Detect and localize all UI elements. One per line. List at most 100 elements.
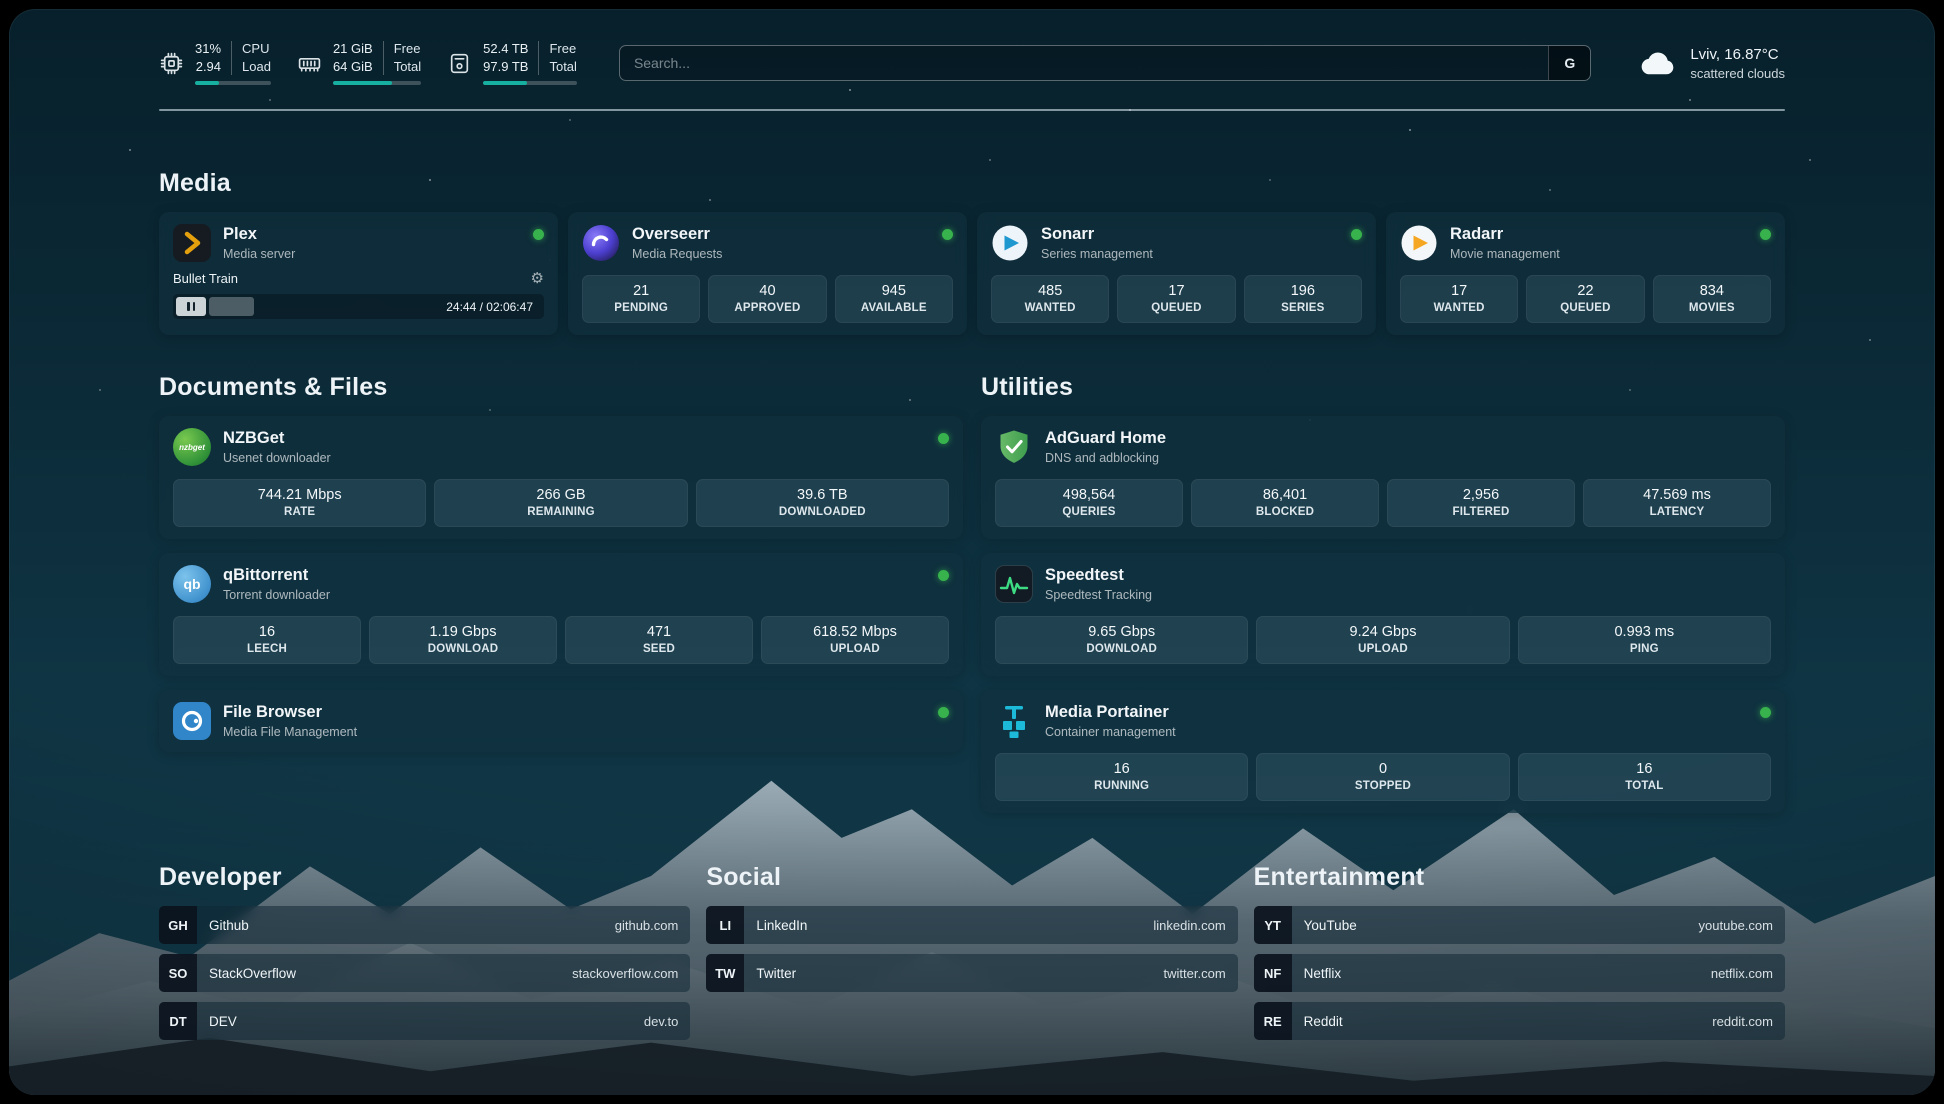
bookmark-stackoverflow[interactable]: SO StackOverflow stackoverflow.com [159, 954, 690, 992]
speedtest-card-titles: Speedtest Speedtest Tracking [1045, 566, 1152, 602]
adguard-stats: 498,564 QUERIES 86,401 BLOCKED 2,956 FIL… [995, 479, 1771, 527]
stat-stopped: 0 STOPPED [1256, 753, 1509, 801]
search-input[interactable] [620, 46, 1548, 80]
overseerr-title: Overseerr [632, 225, 722, 244]
dev-badge: DT [159, 1002, 197, 1040]
documents-heading: Documents & Files [159, 373, 963, 402]
bookmarks-section: Developer GH Github github.com SO StackO… [159, 863, 1785, 1040]
radarr-card-titles: Radarr Movie management [1450, 225, 1560, 261]
disk-values: 52.4 TB 97.9 TB [483, 41, 528, 76]
filebrowser-card[interactable]: File Browser Media File Management [159, 690, 963, 752]
radarr-title: Radarr [1450, 225, 1560, 244]
plex-progress-fill [209, 297, 254, 316]
bookmark-github[interactable]: GH Github github.com [159, 906, 690, 944]
radarr-card[interactable]: Radarr Movie management 17 WANTED 22 QUE… [1386, 212, 1785, 335]
weather-condition: scattered clouds [1690, 66, 1785, 81]
plex-subtitle: Media server [223, 247, 295, 261]
weather-widget[interactable]: Lviv, 16.87°C scattered clouds [1637, 46, 1785, 81]
qbittorrent-card[interactable]: qb qBittorrent Torrent downloader 16 LEE… [159, 553, 963, 676]
stackoverflow-badge: SO [159, 954, 197, 992]
entertainment-column: Entertainment YT YouTube youtube.com NF … [1254, 863, 1785, 1040]
bookmark-netflix[interactable]: NF Netflix netflix.com [1254, 954, 1785, 992]
developer-heading: Developer [159, 863, 690, 892]
stat-approved: 40 APPROVED [708, 275, 826, 323]
portainer-card[interactable]: Media Portainer Container management 16 … [981, 690, 1785, 813]
plex-title: Plex [223, 225, 295, 244]
cpu-progressbar [195, 81, 271, 85]
ram-values: 21 GiB 64 GiB [333, 41, 373, 76]
plex-card-titles: Plex Media server [223, 225, 295, 261]
portainer-card-header: Media Portainer Container management [995, 702, 1771, 740]
plex-card-header: Plex Media server [173, 224, 544, 262]
filebrowser-card-titles: File Browser Media File Management [223, 703, 357, 739]
social-column: Social LI LinkedIn linkedin.com TW Twitt… [706, 863, 1237, 1040]
portainer-title: Media Portainer [1045, 703, 1176, 722]
pause-button[interactable] [176, 297, 206, 316]
qbittorrent-stats: 16 LEECH 1.19 Gbps DOWNLOAD 471 SEED [173, 616, 949, 664]
portainer-card-titles: Media Portainer Container management [1045, 703, 1176, 739]
filebrowser-title: File Browser [223, 703, 357, 722]
qbittorrent-status-dot [938, 570, 949, 581]
nzbget-card-header: nzbget NZBGet Usenet downloader [173, 428, 949, 466]
overseerr-icon [582, 224, 620, 262]
media-grid: Plex Media server Bullet Train ⚙ [159, 212, 1785, 335]
bookmark-twitter[interactable]: TW Twitter twitter.com [706, 954, 1237, 992]
plex-icon [173, 224, 211, 262]
filebrowser-card-header: File Browser Media File Management [173, 702, 949, 740]
radarr-card-header: Radarr Movie management [1400, 224, 1771, 262]
portainer-subtitle: Container management [1045, 725, 1176, 739]
disk-label-bottom: Total [549, 59, 576, 76]
entertainment-list: YT YouTube youtube.com NF Netflix netfli… [1254, 906, 1785, 1040]
cloud-icon [1637, 48, 1677, 78]
ram-progressbar-fill [333, 81, 392, 85]
topbar: 31% 2.94 CPU Load [159, 35, 1785, 91]
overseerr-subtitle: Media Requests [632, 247, 722, 261]
weather-text: Lviv, 16.87°C scattered clouds [1690, 46, 1785, 81]
disk-metric: 52.4 TB 97.9 TB Free Total [447, 41, 577, 86]
overseerr-card[interactable]: Overseerr Media Requests 21 PENDING 40 A… [568, 212, 967, 335]
reddit-badge: RE [1254, 1002, 1292, 1040]
entertainment-heading: Entertainment [1254, 863, 1785, 892]
sonarr-card[interactable]: Sonarr Series management 485 WANTED 17 Q… [977, 212, 1376, 335]
stat-downloaded: 39.6 TB DOWNLOADED [696, 479, 949, 527]
bookmark-youtube[interactable]: YT YouTube youtube.com [1254, 906, 1785, 944]
ram-progressbar [333, 81, 421, 85]
adguard-card[interactable]: AdGuard Home DNS and adblocking 498,564 … [981, 416, 1785, 539]
bookmark-dev[interactable]: DT DEV dev.to [159, 1002, 690, 1040]
topbar-divider [159, 109, 1785, 111]
netflix-badge: NF [1254, 954, 1292, 992]
cpu-metric: 31% 2.94 CPU Load [159, 41, 271, 86]
speedtest-card[interactable]: Speedtest Speedtest Tracking 9.65 Gbps D… [981, 553, 1785, 676]
adguard-subtitle: DNS and adblocking [1045, 451, 1166, 465]
social-heading: Social [706, 863, 1237, 892]
bookmark-reddit[interactable]: RE Reddit reddit.com [1254, 1002, 1785, 1040]
stat-remaining: 266 GB REMAINING [434, 479, 687, 527]
dashboard-content: 31% 2.94 CPU Load [9, 9, 1935, 1095]
stat-filtered: 2,956 FILTERED [1387, 479, 1575, 527]
stat-seed: 471 SEED [565, 616, 753, 664]
disk-free-value: 52.4 TB [483, 41, 528, 58]
twitter-badge: TW [706, 954, 744, 992]
ram-metric-text: 21 GiB 64 GiB Free Total [333, 41, 421, 76]
filebrowser-status-dot [938, 707, 949, 718]
media-section: Media Plex Media server [159, 169, 1785, 335]
plex-card[interactable]: Plex Media server Bullet Train ⚙ [159, 212, 558, 335]
stat-ping: 0.993 ms PING [1518, 616, 1771, 664]
ram-label-top: Free [394, 41, 421, 58]
radarr-stats: 17 WANTED 22 QUEUED 834 MOVIES [1400, 275, 1771, 323]
stat-download: 9.65 Gbps DOWNLOAD [995, 616, 1248, 664]
utilities-column: Utilities [981, 373, 1785, 813]
search-engine-button[interactable]: G [1548, 46, 1590, 80]
nzbget-icon: nzbget [173, 428, 211, 466]
qbittorrent-card-titles: qBittorrent Torrent downloader [223, 566, 330, 602]
plex-progress-track[interactable] [209, 297, 438, 316]
bookmark-linkedin[interactable]: LI LinkedIn linkedin.com [706, 906, 1237, 944]
cpu-labels: CPU Load [231, 41, 271, 76]
nzbget-card[interactable]: nzbget NZBGet Usenet downloader 744.21 M… [159, 416, 963, 539]
sonarr-status-dot [1351, 229, 1362, 240]
linkedin-badge: LI [706, 906, 744, 944]
developer-list: GH Github github.com SO StackOverflow st… [159, 906, 690, 1040]
gear-icon[interactable]: ⚙ [531, 271, 544, 286]
sonarr-card-titles: Sonarr Series management [1041, 225, 1153, 261]
stat-upload: 618.52 Mbps UPLOAD [761, 616, 949, 664]
